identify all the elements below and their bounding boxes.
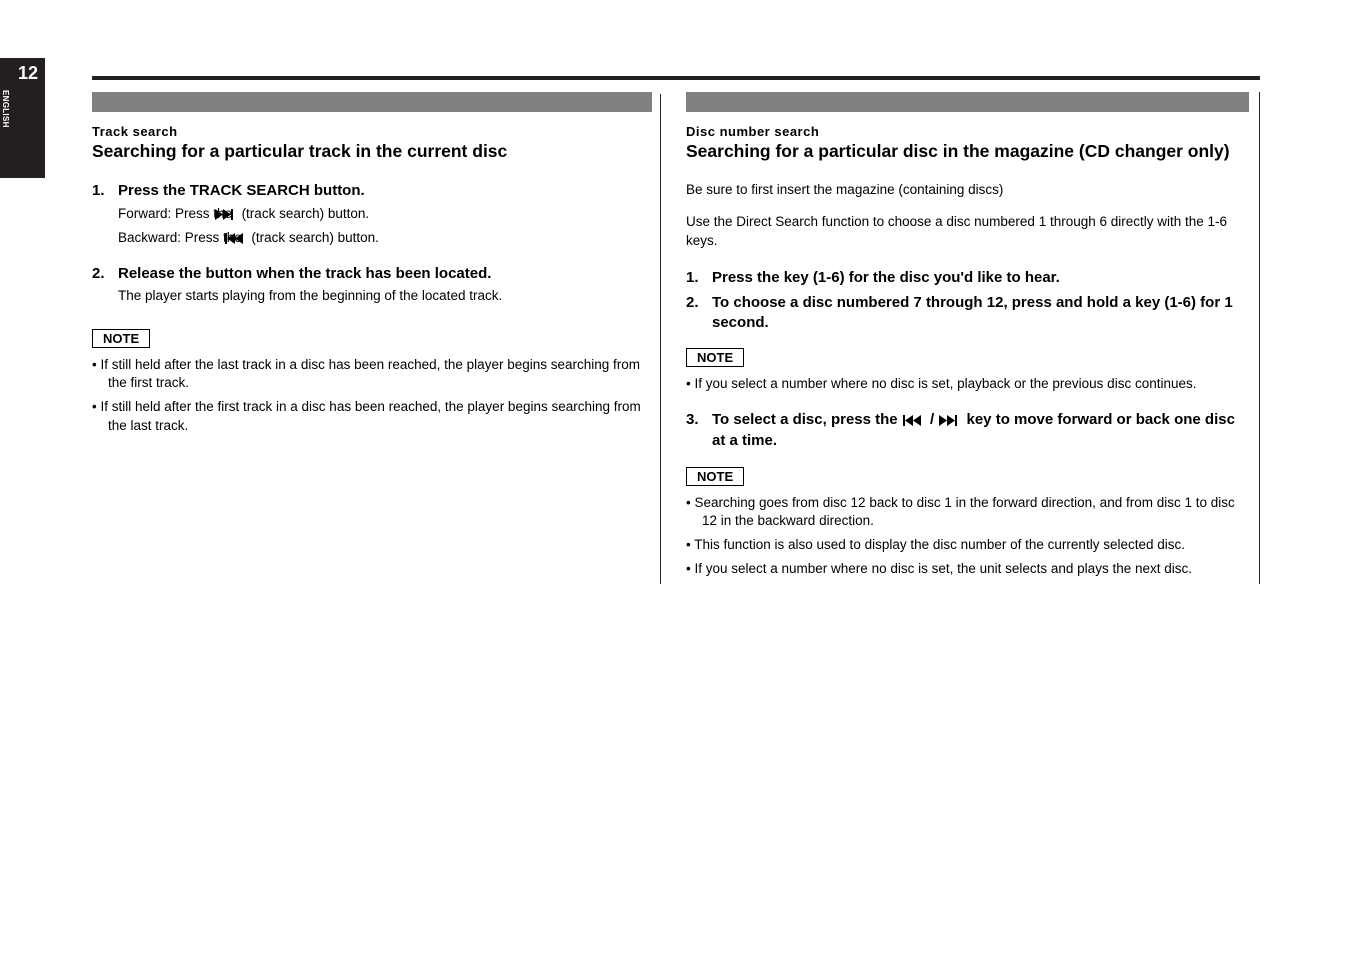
note-bullet: • If still held after the first track in… (92, 398, 652, 434)
right-column: Disc number search Searching for a parti… (686, 92, 1260, 584)
sub-suffix: (track search) button. (242, 206, 370, 221)
step-text: To choose a disc numbered 7 through 12, … (712, 293, 1249, 332)
section-heading-bar (686, 92, 1249, 112)
note-bullet: • This function is also used to display … (686, 536, 1249, 554)
step-text-part: / (930, 411, 938, 428)
section-title: Searching for a particular track in the … (92, 141, 652, 161)
section-heading-bar (92, 92, 652, 112)
paragraph: Use the Direct Search function to choose… (686, 213, 1249, 249)
note-block: NOTE • If still held after the last trac… (92, 329, 652, 435)
note-block: NOTE • If you select a number where no d… (686, 348, 1249, 393)
step-1: 1. Press the TRACK SEARCH button. Forwar… (92, 181, 652, 250)
step-text: Press the key (1-6) for the disc you'd l… (712, 268, 1249, 288)
sub-suffix: (track search) button. (251, 230, 379, 245)
step-number: 2. (92, 264, 118, 305)
fast-forward-icon (939, 412, 961, 432)
step-3: 3. To select a disc, press the / key to … (686, 410, 1249, 451)
note-bullet: • If you select a number where no disc i… (686, 560, 1249, 578)
step-number: 1. (686, 268, 712, 288)
page-number: 12 (18, 63, 38, 84)
step-sub: The player starts playing from the begin… (118, 287, 652, 305)
column-divider (660, 94, 661, 584)
step-number: 3. (686, 410, 712, 451)
step-2: 2. Release the button when the track has… (92, 264, 652, 305)
step-number: 1. (92, 181, 118, 250)
note-bullet: • If still held after the last track in … (92, 356, 652, 392)
step-sub: Forward: Press the (track search) button… (118, 204, 652, 226)
section-title: Searching for a particular disc in the m… (686, 141, 1249, 161)
paragraph: Be sure to first insert the magazine (co… (686, 181, 1249, 199)
tab-language-label: ENGLISH (1, 90, 10, 175)
step-text: Release the button when the track has be… (118, 264, 652, 284)
section-label: Track search (92, 124, 652, 139)
left-column: Track search Searching for a particular … (92, 92, 652, 441)
step-text-part: To select a disc, press the (712, 411, 902, 428)
note-bullet: • Searching goes from disc 12 back to di… (686, 494, 1249, 530)
note-block: NOTE • Searching goes from disc 12 back … (686, 467, 1249, 579)
step-text: To select a disc, press the / key to mov… (712, 410, 1249, 451)
note-bullet: • If you select a number where no disc i… (686, 375, 1249, 393)
note-label: NOTE (686, 467, 744, 486)
step-2: 2. To choose a disc numbered 7 through 1… (686, 293, 1249, 332)
top-horizontal-rule (92, 76, 1260, 80)
step-sub: Backward: Press the (track search) butto… (118, 228, 652, 250)
note-label: NOTE (92, 329, 150, 348)
step-1: 1. Press the key (1-6) for the disc you'… (686, 268, 1249, 288)
note-label: NOTE (686, 348, 744, 367)
step-text: Press the TRACK SEARCH button. (118, 181, 652, 201)
rewind-icon (903, 412, 925, 432)
step-number: 2. (686, 293, 712, 332)
section-label: Disc number search (686, 124, 1249, 139)
